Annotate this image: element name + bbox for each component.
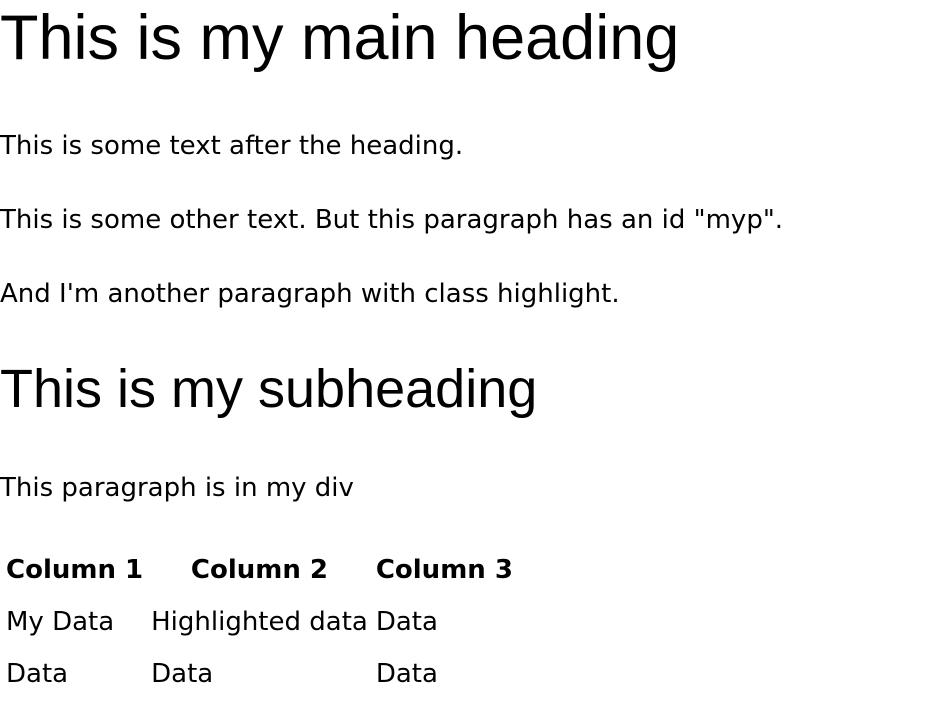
table-cell: Data: [375, 607, 438, 637]
highlight-paragraph: And I'm another paragraph with class hig…: [0, 279, 620, 309]
table-cell: Data: [6, 659, 69, 689]
table-cell: Data: [375, 659, 438, 689]
column-header-2: Column 2: [190, 555, 329, 585]
intro-paragraph: This is some text after the heading.: [0, 131, 464, 161]
table-body: My Data Highlighted data Data Data Data …: [4, 598, 515, 698]
document-page: This is my main heading This is some tex…: [0, 0, 930, 713]
data-table: Column 1 Column 2 Column 3 My Data Highl…: [0, 542, 519, 702]
column-header-1: Column 1: [6, 555, 144, 585]
table-header-row: Column 1 Column 2 Column 3: [4, 546, 515, 594]
div-paragraph: This paragraph is in my div: [0, 473, 354, 503]
main-heading: This is my main heading: [0, 3, 680, 73]
column-header-3: Column 3: [375, 555, 513, 585]
table-row: Data Data Data: [4, 650, 515, 698]
myp-paragraph: This is some other text. But this paragr…: [0, 205, 784, 235]
table-row: My Data Highlighted data Data: [4, 598, 515, 646]
table-cell-highlighted: Highlighted data: [151, 607, 368, 637]
table-cell: My Data: [6, 607, 115, 637]
table-cell: Data: [151, 659, 214, 689]
table-header: Column 1 Column 2 Column 3: [4, 546, 515, 594]
subheading: This is my subheading: [0, 359, 538, 419]
